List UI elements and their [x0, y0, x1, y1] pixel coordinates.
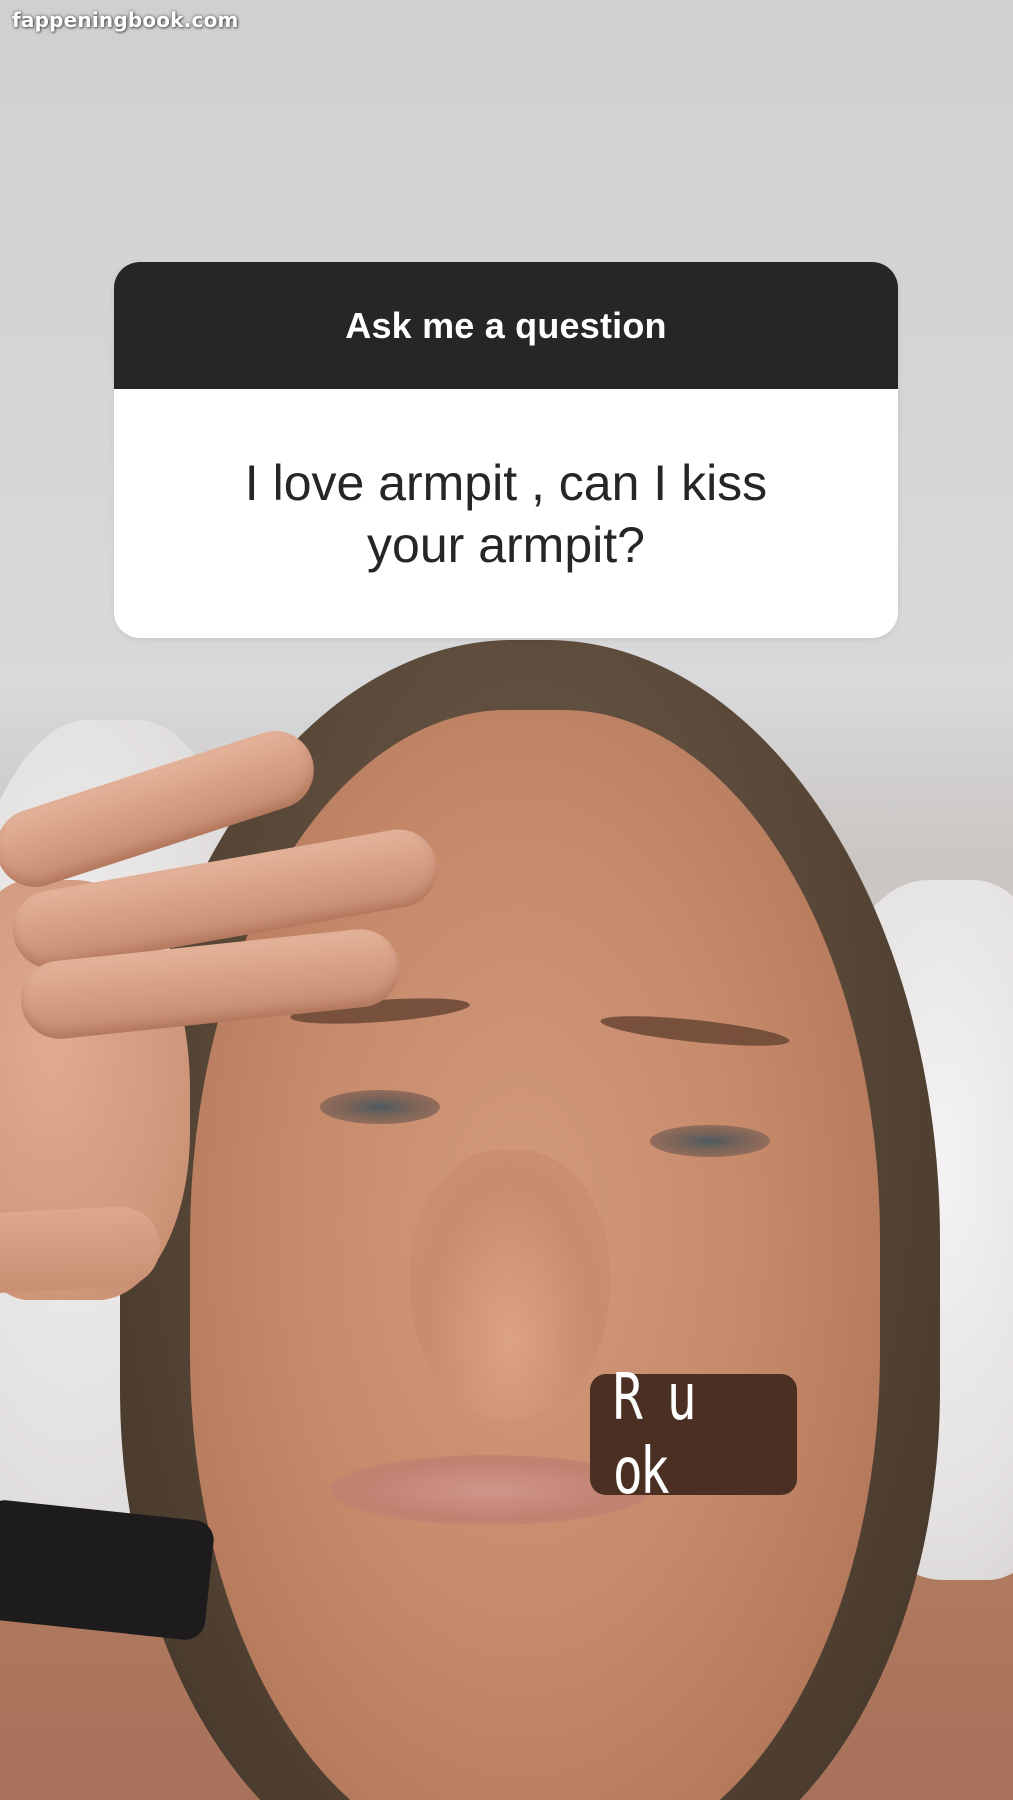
dark-fabric	[0, 1498, 216, 1642]
question-sticker-title: Ask me a question	[345, 304, 667, 346]
question-text: I love armpit , can I kiss your armpit?	[244, 454, 768, 573]
story-view: fappeningbook.com Ask me a question I lo…	[0, 0, 1013, 1800]
thumb	[0, 1204, 162, 1296]
question-sticker-header: Ask me a question	[114, 262, 898, 389]
reply-text: R u ok	[612, 1360, 697, 1509]
reply-text-sticker[interactable]: R u ok	[590, 1361, 797, 1509]
watermark: fappeningbook.com	[12, 8, 239, 32]
question-sticker-body: I love armpit , can I kiss your armpit?	[114, 389, 898, 638]
right-eye	[650, 1125, 770, 1157]
hand	[0, 720, 480, 1300]
question-sticker[interactable]: Ask me a question I love armpit , can I …	[114, 262, 898, 638]
